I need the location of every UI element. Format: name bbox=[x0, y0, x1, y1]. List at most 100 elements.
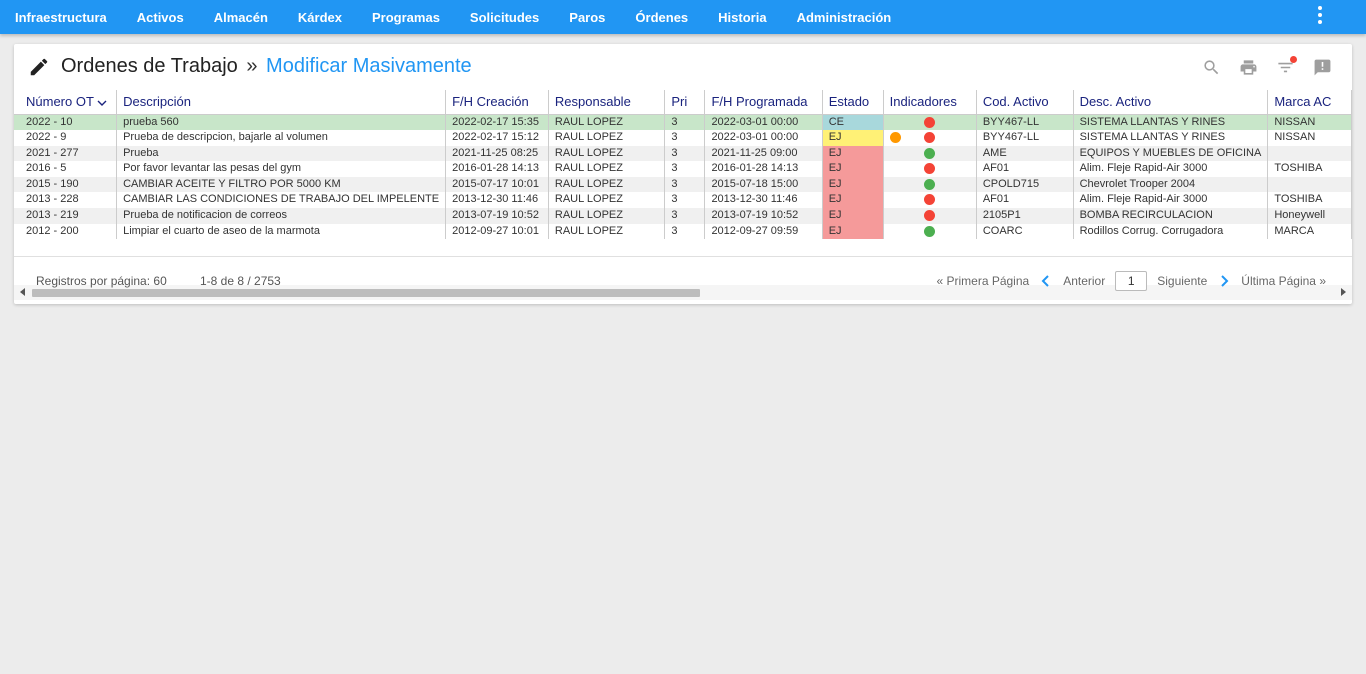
cell-cod-activo: CPOLD715 bbox=[976, 176, 1074, 193]
cell-fh-creacion: 2022-02-17 15:35 bbox=[445, 114, 549, 131]
cell-responsable: RAUL LOPEZ bbox=[548, 161, 666, 177]
cell-marca-ac bbox=[1267, 145, 1352, 162]
page-number-input[interactable] bbox=[1115, 271, 1148, 291]
nav-programas[interactable]: Programas bbox=[357, 10, 455, 25]
next-page-link[interactable]: Siguiente bbox=[1157, 274, 1207, 288]
last-page-link[interactable]: Última Página » bbox=[1241, 274, 1326, 288]
col-header-cod-activo[interactable]: Cod. Activo bbox=[976, 90, 1074, 115]
records-range: 1-8 de 8 / 2753 bbox=[200, 274, 281, 288]
cell-numero-ot: 2016 - 5 bbox=[14, 161, 118, 177]
cell-pri: 3 bbox=[664, 223, 706, 240]
nav-activos[interactable]: Activos bbox=[122, 10, 199, 25]
top-navbar: Infraestructura Activos Almacén Kárdex P… bbox=[0, 0, 1366, 34]
table-row[interactable]: 2021 - 277 Prueba 2021-11-25 08:25 RAUL LOP… bbox=[14, 145, 1352, 162]
cell-numero-ot: 2015 - 190 bbox=[14, 176, 118, 193]
col-header-fh-programada[interactable]: F/H Programada bbox=[704, 90, 823, 115]
cell-responsable: RAUL LOPEZ bbox=[548, 208, 666, 224]
pagination-footer: Registros por página: 60 1-8 de 8 / 2753… bbox=[14, 256, 1352, 304]
green-indicator-dot bbox=[923, 225, 935, 237]
search-icon[interactable] bbox=[1202, 58, 1221, 77]
cell-marca-ac bbox=[1267, 176, 1352, 193]
cell-numero-ot: 2022 - 9 bbox=[14, 130, 118, 146]
cell-desc-activo: SISTEMA LLANTAS Y RINES bbox=[1073, 130, 1269, 146]
chevron-left-icon[interactable] bbox=[1039, 274, 1053, 288]
cell-responsable: RAUL LOPEZ bbox=[548, 130, 666, 146]
cell-descripcion: prueba 560 bbox=[116, 114, 447, 131]
nav-administracion[interactable]: Administración bbox=[782, 10, 907, 25]
nav-historia[interactable]: Historia bbox=[703, 10, 781, 25]
cell-cod-activo: 2105P1 bbox=[976, 208, 1074, 224]
cell-fh-creacion: 2016-01-28 14:13 bbox=[445, 161, 549, 177]
cell-fh-creacion: 2013-07-19 10:52 bbox=[445, 208, 549, 224]
cell-indicadores bbox=[883, 161, 977, 177]
nav-ordenes[interactable]: Órdenes bbox=[620, 10, 703, 25]
col-header-indicadores[interactable]: Indicadores bbox=[883, 90, 977, 115]
nav-kardex[interactable]: Kárdex bbox=[283, 10, 357, 25]
records-per-page[interactable]: Registros por página: 60 bbox=[36, 257, 167, 305]
table-row[interactable]: 2015 - 190 CAMBIAR ACEITE Y FILTRO POR 50… bbox=[14, 176, 1352, 193]
chevron-down-icon bbox=[97, 100, 107, 106]
cell-descripcion: Prueba de descripcion, bajarle al volume… bbox=[116, 130, 447, 146]
cell-indicadores bbox=[883, 208, 977, 224]
cell-estado: EJ bbox=[822, 192, 884, 209]
col-header-fh-creacion[interactable]: F/H Creación bbox=[445, 90, 549, 115]
nav-paros[interactable]: Paros bbox=[554, 10, 620, 25]
comment-alert-icon[interactable] bbox=[1313, 58, 1332, 77]
table-row[interactable]: 2022 - 9 Prueba de descripcion, bajarle a… bbox=[14, 130, 1352, 146]
col-header-pri[interactable]: Pri bbox=[664, 90, 706, 115]
cell-indicadores bbox=[883, 223, 977, 240]
cell-marca-ac: NISSAN bbox=[1267, 130, 1352, 146]
nav-infraestructura[interactable]: Infraestructura bbox=[0, 10, 122, 25]
cell-fh-creacion: 2015-07-17 10:01 bbox=[445, 176, 549, 193]
more-vert-icon[interactable] bbox=[1310, 5, 1330, 25]
cell-responsable: RAUL LOPEZ bbox=[548, 192, 666, 209]
filter-icon[interactable] bbox=[1276, 56, 1297, 77]
table-row[interactable]: 2012 - 200 Limpiar el cuarto de aseo de l… bbox=[14, 223, 1352, 240]
col-header-marca-ac[interactable]: Marca AC bbox=[1267, 90, 1352, 115]
page-subtitle-link[interactable]: Modificar Masivamente bbox=[266, 55, 472, 77]
cell-desc-activo: BOMBA RECIRCULACION bbox=[1073, 208, 1269, 224]
table-row[interactable]: 2022 - 10 prueba 560 2022-02-17 15:35 RAUL … bbox=[14, 114, 1352, 131]
cell-indicadores bbox=[883, 114, 977, 131]
col-header-desc-activo[interactable]: Desc. Activo bbox=[1073, 90, 1269, 115]
pager: « Primera Página Anterior Siguiente Últi… bbox=[936, 257, 1326, 305]
green-indicator-dot bbox=[923, 147, 935, 159]
first-page-link[interactable]: « Primera Página bbox=[936, 274, 1029, 288]
col-header-estado[interactable]: Estado bbox=[822, 90, 884, 115]
cell-desc-activo: Rodillos Corrug. Corrugadora bbox=[1073, 223, 1269, 240]
red-indicator-dot bbox=[923, 194, 935, 206]
cell-indicadores bbox=[883, 130, 977, 146]
cell-indicadores bbox=[883, 176, 977, 193]
header-actions bbox=[1202, 56, 1332, 77]
chevron-right-icon[interactable] bbox=[1217, 274, 1231, 288]
cell-marca-ac: MARCA bbox=[1267, 223, 1352, 240]
cell-indicadores bbox=[883, 145, 977, 162]
cell-fh-creacion: 2013-12-30 11:46 bbox=[445, 192, 549, 209]
green-indicator-dot bbox=[923, 178, 935, 190]
table-header-row: Número OT Descripción F/H Creación Respo… bbox=[14, 90, 1352, 115]
cell-fh-programada: 2013-07-19 10:52 bbox=[704, 208, 823, 224]
table-row[interactable]: 2016 - 5 Por favor levantar las pesas del… bbox=[14, 161, 1352, 177]
cell-cod-activo: COARC bbox=[976, 223, 1074, 240]
cell-fh-programada: 2022-03-01 00:00 bbox=[704, 114, 823, 131]
col-header-numero-ot[interactable]: Número OT bbox=[14, 90, 118, 115]
nav-almacen[interactable]: Almacén bbox=[199, 10, 283, 25]
print-icon[interactable] bbox=[1239, 58, 1258, 77]
col-header-responsable[interactable]: Responsable bbox=[548, 90, 666, 115]
cell-estado: EJ bbox=[822, 161, 884, 177]
table-row[interactable]: 2013 - 228 CAMBIAR LAS CONDICIONES DE TRA… bbox=[14, 192, 1352, 209]
prev-page-link[interactable]: Anterior bbox=[1063, 274, 1105, 288]
table-row[interactable]: 2013 - 219 Prueba de notificacion de corr… bbox=[14, 208, 1352, 224]
cell-pri: 3 bbox=[664, 192, 706, 209]
nav-solicitudes[interactable]: Solicitudes bbox=[455, 10, 554, 25]
page-title-main: Ordenes de Trabajo bbox=[61, 55, 238, 77]
cell-cod-activo: AME bbox=[976, 145, 1074, 162]
cell-fh-programada: 2016-01-28 14:13 bbox=[704, 161, 823, 177]
cell-marca-ac: NISSAN bbox=[1267, 114, 1352, 131]
cell-desc-activo: Alim. Fleje Rapid-Air 3000 bbox=[1073, 192, 1269, 209]
cell-cod-activo: AF01 bbox=[976, 161, 1074, 177]
red-indicator-dot bbox=[923, 210, 935, 222]
cell-estado: CE bbox=[822, 114, 884, 131]
col-header-descripcion[interactable]: Descripción bbox=[116, 90, 447, 115]
cell-estado: EJ bbox=[822, 145, 884, 162]
